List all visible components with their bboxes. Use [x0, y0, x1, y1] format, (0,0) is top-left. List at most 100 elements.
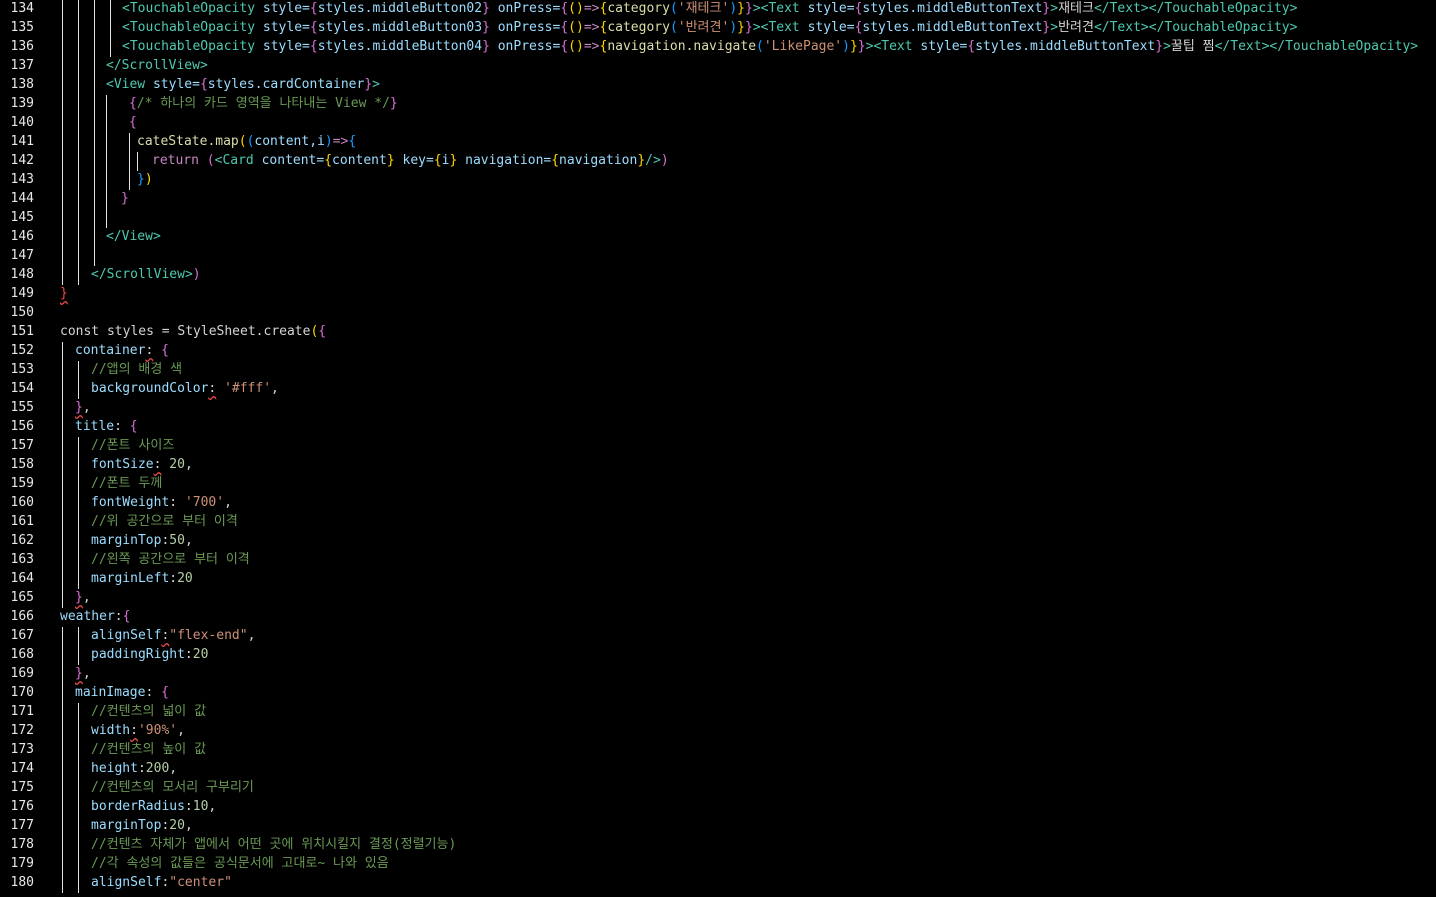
indent-guide: [94, 95, 95, 114]
code-token: 꿀팁 찜: [1170, 39, 1215, 54]
indent-guide: [78, 627, 79, 646]
code-line[interactable]: 153 //앱의 배경 색: [0, 361, 1436, 380]
code-line[interactable]: 161 //위 공간으로 부터 이격: [0, 513, 1436, 532]
code-line[interactable]: 144}: [0, 190, 1436, 209]
code-line[interactable]: 180 alignSelf:"center": [0, 874, 1436, 893]
code-line[interactable]: 147: [0, 247, 1436, 266]
code-line[interactable]: 134 <TouchableOpacity style={styles.middl…: [0, 0, 1436, 19]
code-token: weather: [60, 609, 115, 624]
line-number: 141: [10, 134, 34, 149]
indent-guide: [62, 399, 63, 418]
code-token: ScrollView: [121, 58, 200, 73]
code-token: onPress=: [489, 20, 561, 35]
line-number: 153: [10, 362, 34, 377]
code-line[interactable]: 136 <TouchableOpacity style={styles.middl…: [0, 38, 1436, 57]
code-line[interactable]: 158 fontSize: 20,: [0, 456, 1436, 475]
indent-guide: [78, 38, 79, 57]
code-token: {: [129, 96, 137, 111]
code-token: styles.middleButtonText: [975, 39, 1156, 54]
code-line[interactable]: 148 </ScrollView>): [0, 266, 1436, 285]
code-line[interactable]: 151 const styles = StyleSheet.create({: [0, 323, 1436, 342]
indent-guide: [62, 798, 63, 817]
code-line[interactable]: 169},: [0, 665, 1436, 684]
indent-guide: [78, 741, 79, 760]
indent-guide: [78, 646, 79, 665]
code-line[interactable]: 145: [0, 209, 1436, 228]
indent-guide: [78, 152, 79, 171]
indent-guide: [137, 152, 138, 171]
code-line[interactable]: 168 paddingRight:20: [0, 646, 1436, 665]
indent-guide: [62, 570, 63, 589]
code-line[interactable]: 155},: [0, 399, 1436, 418]
indent-guide: [78, 494, 79, 513]
line-number: 180: [10, 875, 34, 890]
indent-guide: [62, 551, 63, 570]
code-line[interactable]: 157 //폰트 사이즈: [0, 437, 1436, 456]
code-token: =>: [332, 134, 349, 149]
code-editor[interactable]: 134 <TouchableOpacity style={styles.middl…: [0, 0, 1436, 897]
code-line[interactable]: 149}: [0, 285, 1436, 304]
code-line[interactable]: 173 //컨텐츠의 높이 값: [0, 741, 1436, 760]
code-text: },: [75, 398, 91, 417]
code-line[interactable]: 166 weather:{: [0, 608, 1436, 627]
code-token: fontWeight: [91, 495, 170, 510]
code-line[interactable]: 170 mainImage: {: [0, 684, 1436, 703]
code-line[interactable]: 177 marginTop:20,: [0, 817, 1436, 836]
indent-guide: [106, 114, 107, 133]
code-text: height:200,: [91, 759, 177, 778]
code-token: category: [607, 20, 670, 35]
indent-guide: [78, 703, 79, 722]
code-line[interactable]: 143}): [0, 171, 1436, 190]
code-line[interactable]: 174 height:200,: [0, 760, 1436, 779]
code-line[interactable]: 142 return (<Card content={content} key={…: [0, 152, 1436, 171]
code-token: "center": [169, 875, 232, 890]
code-token: >: [199, 58, 208, 73]
indent-guide: [78, 513, 79, 532]
code-token: ,: [82, 400, 91, 415]
code-line[interactable]: 179 //각 속성의 값들은 공식문서에 고대로~ 나와 있음: [0, 855, 1436, 874]
code-line[interactable]: 172 width:'90%',: [0, 722, 1436, 741]
code-line[interactable]: 163 //왼쪽 공간으로 부터 이격: [0, 551, 1436, 570]
code-line[interactable]: 175 //컨텐츠의 모서리 구부리기: [0, 779, 1436, 798]
code-line[interactable]: 137 </ScrollView>: [0, 57, 1436, 76]
code-line[interactable]: 135 <TouchableOpacity style={styles.middl…: [0, 19, 1436, 38]
code-token: 10: [192, 799, 209, 814]
code-token: ): [144, 172, 153, 187]
code-token: ,: [224, 495, 232, 510]
line-number: 156: [10, 419, 34, 434]
code-token: onPress=: [489, 1, 561, 16]
code-line[interactable]: 146 </View>: [0, 228, 1436, 247]
line-number: 140: [10, 115, 34, 130]
code-line[interactable]: 176 borderRadius:10,: [0, 798, 1436, 817]
code-token: }: [637, 153, 646, 168]
line-number: 134: [10, 1, 34, 16]
indent-guide: [62, 38, 63, 57]
code-token: :: [130, 723, 138, 738]
indent-guide: [78, 456, 79, 475]
code-line[interactable]: 160 fontWeight: '700',: [0, 494, 1436, 513]
code-text: },: [75, 664, 91, 683]
code-line[interactable]: 140 {: [0, 114, 1436, 133]
code-line[interactable]: 152 container: {: [0, 342, 1436, 361]
code-line[interactable]: 159 //폰트 두께: [0, 475, 1436, 494]
code-line[interactable]: 164 marginLeft:20: [0, 570, 1436, 589]
code-line[interactable]: 156 title: {: [0, 418, 1436, 437]
code-line[interactable]: 139 {/* 하나의 카드 영역을 나타내는 View */}: [0, 95, 1436, 114]
code-line[interactable]: 162 marginTop:50,: [0, 532, 1436, 551]
indent-guide: [62, 152, 63, 171]
code-line[interactable]: 141 cateState.map((content,i)=>{: [0, 133, 1436, 152]
code-line[interactable]: 154 backgroundColor: '#fff',: [0, 380, 1436, 399]
code-line[interactable]: 167 alignSelf:"flex-end",: [0, 627, 1436, 646]
code-line[interactable]: 138 <View style={styles.cardContainer}>: [0, 76, 1436, 95]
indent-guide: [94, 19, 95, 38]
code-line[interactable]: 171 //컨텐츠의 넓이 값: [0, 703, 1436, 722]
code-line[interactable]: 165},: [0, 589, 1436, 608]
code-line[interactable]: 178 //컨텐츠 자체가 앱에서 어떤 곳에 위치시킬지 결정(정렬기능): [0, 836, 1436, 855]
code-token: {: [318, 324, 327, 339]
indent-guide: [110, 38, 111, 57]
code-token: >: [1289, 20, 1298, 35]
code-token: navigation: [559, 153, 638, 168]
code-line[interactable]: 150: [0, 304, 1436, 323]
code-token: :: [114, 419, 130, 434]
indent-guide: [62, 760, 63, 779]
